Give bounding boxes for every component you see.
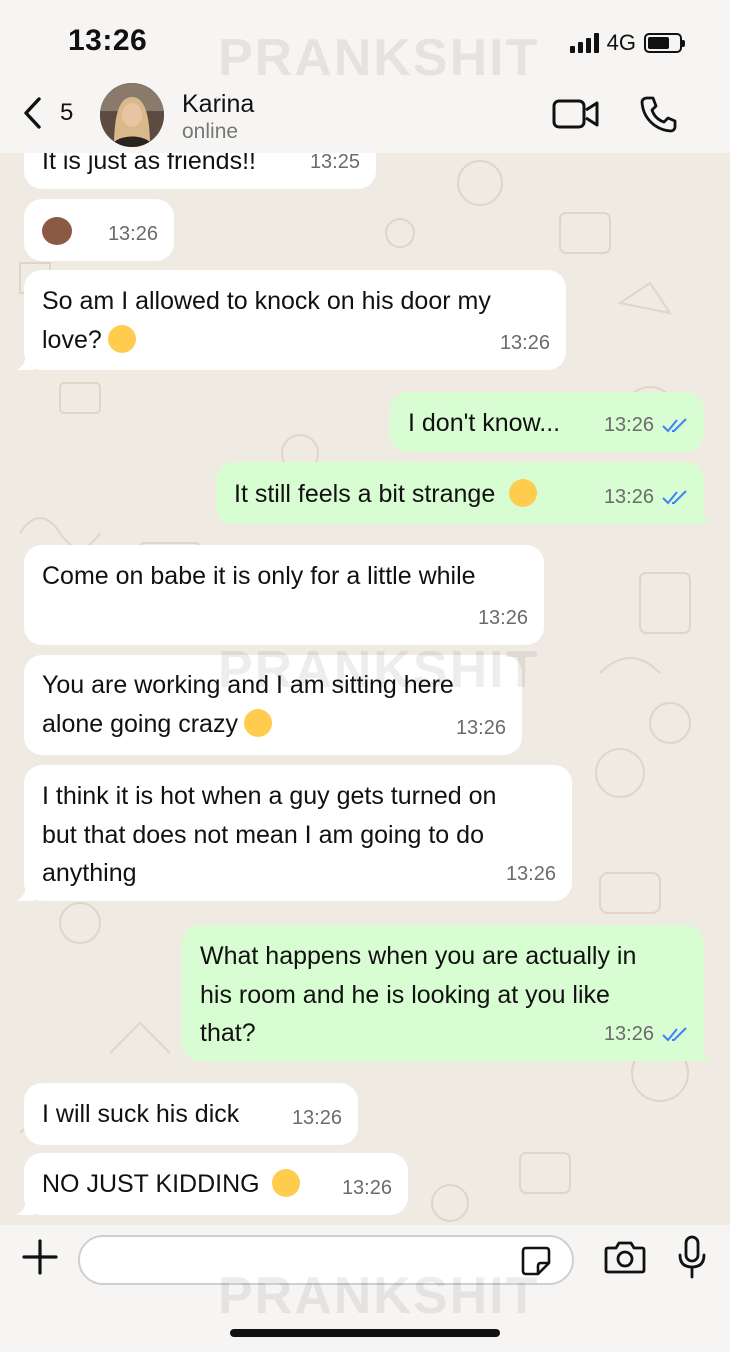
- attach-button[interactable]: [22, 1239, 58, 1280]
- back-button[interactable]: 5: [22, 96, 73, 130]
- home-indicator: [230, 1329, 500, 1337]
- face-holding-back-tears-emoji: [243, 708, 272, 737]
- video-camera-icon: [552, 99, 599, 129]
- input-bar: [0, 1225, 730, 1352]
- message-meta: 13:26: [604, 478, 688, 517]
- status-time: 13:26: [68, 24, 148, 57]
- microphone-icon: [678, 1235, 706, 1279]
- contact-name[interactable]: Karina: [182, 90, 254, 119]
- avatar-image: [100, 83, 164, 147]
- contact-status: online: [182, 120, 239, 143]
- message-meta: 13:26: [292, 1099, 342, 1138]
- cellular-signal-icon: [569, 33, 599, 53]
- voice-call-button[interactable]: [638, 94, 678, 139]
- status-indicators: 4G: [569, 30, 685, 56]
- microphone-button[interactable]: [676, 1235, 708, 1284]
- message-bubble[interactable]: So am I allowed to knock on his door my …: [16, 270, 566, 370]
- message-bubble[interactable]: It still feels a bit strange 13:26: [216, 462, 712, 524]
- plus-icon: [22, 1239, 58, 1275]
- message-bubble[interactable]: I think it is hot when a guy gets turned…: [16, 765, 572, 901]
- message-time: 13:26: [603, 1022, 654, 1045]
- message-text: So am I allowed to knock on his door my …: [42, 270, 566, 359]
- message-text-content: NO JUST KIDDING: [42, 1170, 260, 1198]
- bubble-tail: [16, 883, 34, 901]
- bubble-tail: [16, 1197, 34, 1215]
- unread-count: 5: [60, 99, 74, 126]
- chevron-left-icon: [24, 97, 41, 129]
- see-no-evil-monkey-emoji: [42, 217, 72, 245]
- message-meta: 13:26: [456, 709, 506, 748]
- phone-icon: [640, 96, 677, 133]
- camera-icon: [604, 1241, 646, 1274]
- message-meta: 13:26: [342, 1169, 392, 1208]
- network-type: 4G: [606, 30, 636, 55]
- double-check-icon: [662, 1027, 687, 1042]
- message-text: I think it is hot when a guy gets turned…: [42, 782, 497, 887]
- camera-button[interactable]: [604, 1239, 646, 1280]
- battery-level: [648, 37, 669, 49]
- message-meta: 13:26: [604, 1015, 688, 1054]
- message-input[interactable]: [78, 1235, 574, 1285]
- video-call-button[interactable]: [552, 98, 600, 135]
- message-meta: 13:26: [478, 599, 528, 638]
- message-time: 13:26: [603, 485, 654, 508]
- message-bubble[interactable]: You are working and I am sitting here al…: [24, 655, 522, 755]
- message-meta: 13:26: [108, 215, 158, 254]
- message-bubble[interactable]: What happens when you are actually in hi…: [182, 925, 712, 1061]
- message-time: 13:26: [341, 1176, 392, 1199]
- message-bubble[interactable]: Come on babe it is only for a little whi…: [24, 545, 544, 645]
- message-time: 13:26: [603, 413, 654, 436]
- message-time: 13:26: [107, 222, 158, 245]
- sticker-button[interactable]: [520, 1245, 552, 1282]
- message-time: 13:26: [455, 716, 506, 739]
- double-check-icon: [662, 490, 687, 505]
- status-bar: 13:26 4G: [0, 0, 730, 80]
- smiling-face-with-halo-emoji: [107, 324, 136, 353]
- message-bubble[interactable]: 13:26: [24, 199, 174, 261]
- message-time: 13:26: [499, 331, 550, 354]
- message-time: 13:25: [309, 153, 360, 173]
- avatar[interactable]: [100, 83, 164, 147]
- bubble-tail: [694, 1043, 712, 1061]
- message-time: 13:26: [477, 606, 528, 629]
- message-text: You are working and I am sitting here al…: [42, 655, 522, 743]
- message-bubble[interactable]: I don't know... 13:26: [390, 392, 704, 452]
- message-time: 13:26: [291, 1106, 342, 1129]
- face-with-hand-over-mouth-emoji: [271, 1169, 300, 1197]
- message-meta: 13:25: [310, 153, 360, 181]
- message-bubble[interactable]: I will suck his dick 13:26: [24, 1083, 358, 1145]
- sticker-icon: [521, 1246, 551, 1276]
- grinning-face-with-sweat-emoji: [509, 479, 538, 507]
- chat-header: 5 Karina online: [0, 80, 730, 153]
- message-time: 13:26: [505, 862, 556, 885]
- message-meta: 13:26: [500, 324, 550, 363]
- message-bubble[interactable]: NO JUST KIDDING 13:26: [16, 1153, 408, 1215]
- message-meta: 13:26: [604, 406, 688, 445]
- message-bubble[interactable]: It is just as friends!! 13:25: [24, 153, 376, 189]
- battery-icon: [644, 33, 685, 53]
- bubble-tail: [16, 352, 34, 370]
- message-text: Come on babe it is only for a little whi…: [42, 562, 476, 590]
- bubble-tail: [694, 506, 712, 524]
- chat-area[interactable]: It is just as friends!! 13:25 13:26 So a…: [0, 153, 730, 1225]
- message-text-content: It still feels a bit strange: [234, 480, 496, 508]
- double-check-icon: [662, 418, 687, 433]
- message-meta: 13:26: [506, 855, 556, 894]
